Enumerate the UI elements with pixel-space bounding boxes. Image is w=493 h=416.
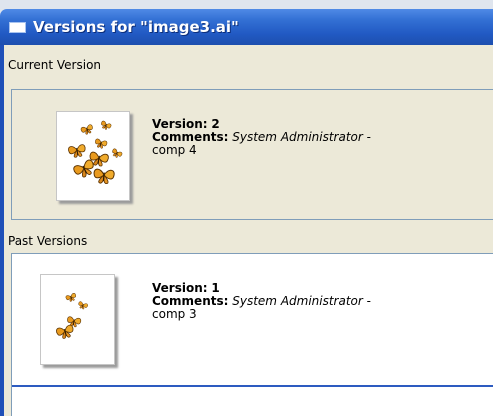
dialog-body: Current Version Version: 2 Comments: Sys… — [0, 45, 493, 416]
comments-label: Comments: — [152, 294, 229, 308]
comments-label: Comments: — [152, 130, 229, 144]
comment-author: System Administrator — [232, 130, 363, 144]
version-number: 1 — [211, 281, 220, 295]
comment-separator: - — [366, 130, 371, 144]
current-version-info: Version: 2 Comments: System Administrato… — [152, 118, 371, 157]
window-title: Versions for "image3.ai" — [33, 18, 239, 36]
version-label: Version: — [152, 117, 208, 131]
title-bar[interactable]: Versions for "image3.ai" — [0, 9, 493, 45]
window-icon — [9, 22, 26, 33]
butterflies-image-thumbnail[interactable] — [56, 111, 130, 201]
past-version-info: Version: 1 Comments: System Administrato… — [152, 282, 371, 321]
past-versions-heading: Past Versions — [8, 234, 88, 248]
version-label: Version: — [152, 281, 208, 295]
current-version-panel: Version: 2 Comments: System Administrato… — [11, 89, 493, 220]
version-row-divider — [12, 385, 493, 387]
version-number: 2 — [211, 117, 220, 131]
comment-separator: - — [366, 294, 371, 308]
comment-text: comp 4 — [152, 143, 197, 157]
past-versions-panel: Version: 1 Comments: System Administrato… — [11, 253, 493, 416]
comment-text: comp 3 — [152, 307, 197, 321]
versions-window: Versions for "image3.ai" Current Version — [0, 0, 493, 416]
current-version-heading: Current Version — [8, 58, 102, 72]
butterflies-image-thumbnail[interactable] — [40, 274, 115, 365]
comment-author: System Administrator — [232, 294, 363, 308]
